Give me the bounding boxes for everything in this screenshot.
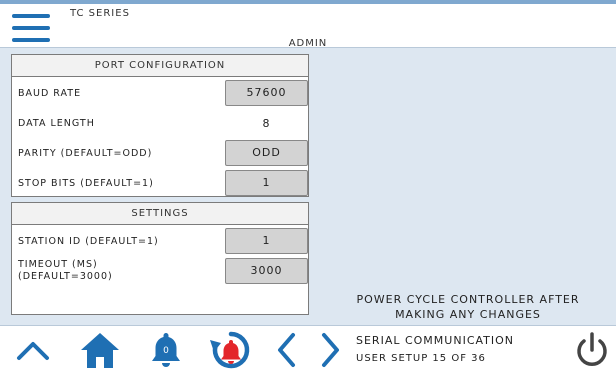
note-line-1: POWER CYCLE CONTROLLER AFTER: [356, 293, 580, 306]
data-length-row: DATA LENGTH 8: [12, 109, 308, 139]
parity-button[interactable]: ODD: [225, 140, 308, 166]
timeout-row: TIMEOUT (MS) (DEFAULT=3000) 3000: [12, 257, 308, 291]
bottom-nav-bar: 0 SERIAL COMMUNICATION USER SETUP 15 OF …: [0, 325, 616, 372]
alarm-count-badge: 0: [163, 346, 169, 356]
header: TC SERIES ADMIN: [0, 4, 616, 49]
baud-rate-label: BAUD RATE: [18, 88, 82, 99]
port-configuration-title: PORT CONFIGURATION: [12, 55, 308, 77]
parity-row: PARITY (DEFAULT=ODD) ODD: [12, 139, 308, 169]
alarm-bell-button[interactable]: 0: [148, 330, 184, 370]
power-cycle-note: POWER CYCLE CONTROLLER AFTER MAKING ANY …: [320, 292, 616, 322]
station-id-button[interactable]: 1: [225, 228, 308, 254]
baud-rate-row: BAUD RATE 57600: [12, 79, 308, 109]
home-icon[interactable]: [78, 330, 122, 370]
data-length-label: DATA LENGTH: [18, 118, 95, 129]
parity-label: PARITY (DEFAULT=ODD): [18, 148, 153, 159]
data-length-value: 8: [262, 117, 271, 130]
chevron-up-icon[interactable]: [14, 330, 52, 370]
stop-bits-button[interactable]: 1: [225, 170, 308, 196]
alarm-reset-icon[interactable]: [208, 330, 254, 370]
note-line-2: MAKING ANY CHANGES: [395, 308, 541, 321]
power-icon[interactable]: [572, 330, 612, 370]
series-label: TC SERIES: [70, 8, 130, 19]
chevron-right-icon[interactable]: [315, 330, 345, 370]
station-id-label: STATION ID (DEFAULT=1): [18, 236, 159, 247]
stop-bits-row: STOP BITS (DEFAULT=1) 1: [12, 169, 308, 199]
port-configuration-panel: PORT CONFIGURATION BAUD RATE 57600 DATA …: [11, 54, 309, 197]
timeout-label: TIMEOUT (MS): [18, 259, 98, 270]
chevron-left-icon[interactable]: [272, 330, 302, 370]
stop-bits-label: STOP BITS (DEFAULT=1): [18, 178, 154, 189]
timeout-default-label: (DEFAULT=3000): [18, 271, 113, 282]
settings-title: SETTINGS: [12, 203, 308, 225]
user-label: ADMIN: [288, 38, 328, 49]
timeout-button[interactable]: 3000: [225, 258, 308, 284]
station-id-row: STATION ID (DEFAULT=1) 1: [12, 227, 308, 257]
screen-title: SERIAL COMMUNICATION: [356, 334, 515, 347]
screen-subtitle: USER SETUP 15 OF 36: [356, 353, 486, 364]
settings-panel: SETTINGS STATION ID (DEFAULT=1) 1 TIMEOU…: [11, 202, 309, 315]
baud-rate-button[interactable]: 57600: [225, 80, 308, 106]
